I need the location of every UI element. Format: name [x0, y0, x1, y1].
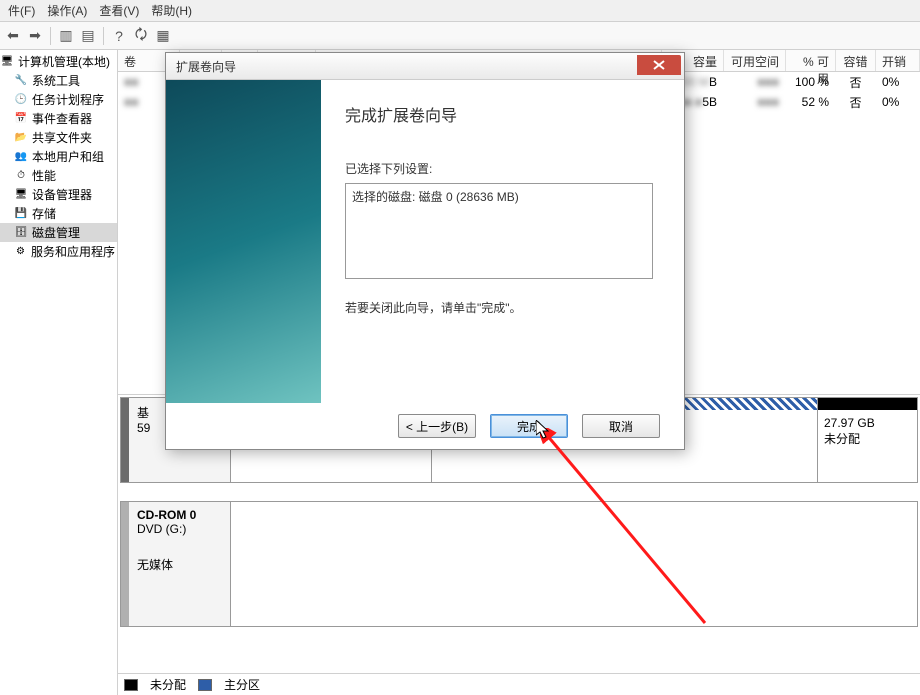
tree-item-icon: 📅 — [14, 112, 28, 126]
col-free[interactable]: 可用空间 — [724, 50, 786, 71]
cdrom-empty — [231, 502, 917, 626]
cdrom-status: 无媒体 — [137, 556, 224, 573]
tree-root[interactable]: 🖥 计算机管理(本地) — [0, 52, 117, 71]
cdrom-sub: DVD (G:) — [137, 522, 224, 536]
list-icon[interactable]: ▤ — [79, 27, 97, 45]
wizard-titlebar[interactable]: 扩展卷向导 — [166, 53, 684, 80]
back-icon[interactable]: ⬅ — [4, 27, 22, 45]
tree-item-icon: ⏱ — [14, 169, 28, 183]
tree-item[interactable]: 🖥 设备管理器 — [0, 185, 117, 204]
tree-root-label: 计算机管理(本地) — [18, 53, 110, 70]
legend-swatch-primary — [198, 679, 212, 691]
tree-item-icon: 💾 — [14, 207, 28, 221]
toolbar: ⬅ ➡ ▥ ▤ ? 🗘 ▦ — [0, 22, 920, 50]
cdrom-label[interactable]: CD-ROM 0 DVD (G:) 无媒体 — [121, 502, 231, 626]
tree-item-icon: 🕒 — [14, 93, 28, 107]
separator — [103, 27, 104, 45]
misc-icon[interactable]: ▦ — [154, 27, 172, 45]
tree-item-label: 事件查看器 — [32, 110, 92, 127]
nav-tree: 🖥 计算机管理(本地) 🔧 系统工具 🕒 任务计划程序 📅 事件查看器 📂 共享文件夹 👥 本地用… — [0, 50, 118, 695]
close-button[interactable] — [637, 55, 681, 75]
legend-primary-label: 主分区 — [224, 676, 260, 693]
tree-item-icon: 🖥 — [14, 188, 28, 202]
computer-icon: 🖥 — [0, 55, 14, 69]
tree-item[interactable]: 🗄 磁盘管理 — [0, 223, 117, 242]
menu-action[interactable]: 操作(A) — [41, 2, 93, 19]
wizard-settings-box: 选择的磁盘: 磁盘 0 (28636 MB) — [345, 183, 653, 279]
partition-bar-icon — [818, 398, 917, 410]
col-pct[interactable]: % 可用 — [786, 50, 836, 71]
tree-item-icon: ⚙ — [14, 245, 27, 259]
tree-item[interactable]: ⚙ 服务和应用程序 — [0, 242, 117, 261]
cancel-button[interactable]: 取消 — [582, 414, 660, 438]
col-overhead[interactable]: 开销 — [876, 50, 920, 71]
tree-item-icon: 🔧 — [14, 74, 28, 88]
tree-item-label: 设备管理器 — [32, 186, 92, 203]
cdrom-title: CD-ROM 0 — [137, 508, 224, 522]
legend-unalloc-label: 未分配 — [150, 676, 186, 693]
wizard-settings-label: 已选择下列设置: — [345, 160, 660, 177]
tree-item-label: 任务计划程序 — [32, 91, 104, 108]
tree-item-label: 本地用户和组 — [32, 148, 104, 165]
legend-swatch-unalloc — [124, 679, 138, 691]
tree-item[interactable]: 💾 存储 — [0, 204, 117, 223]
wizard-title: 扩展卷向导 — [176, 58, 236, 75]
disk-stripe-icon — [121, 502, 129, 626]
wizard-settings-text: 选择的磁盘: 磁盘 0 (28636 MB) — [352, 190, 519, 204]
cdrom-row: CD-ROM 0 DVD (G:) 无媒体 — [120, 501, 918, 627]
close-icon — [653, 60, 665, 70]
wizard-heading: 完成扩展卷向导 — [345, 102, 660, 126]
tree-item-icon: 🗄 — [14, 226, 28, 240]
tree-item-label: 存储 — [32, 205, 56, 222]
menu-help[interactable]: 帮助(H) — [145, 2, 198, 19]
legend: 未分配 主分区 — [118, 673, 920, 695]
wizard-sidebar-graphic — [166, 80, 321, 403]
back-button[interactable]: < 上一步(B) — [398, 414, 476, 438]
tree-item[interactable]: ⏱ 性能 — [0, 166, 117, 185]
partition-status: 未分配 — [824, 430, 911, 447]
tree-item[interactable]: 🕒 任务计划程序 — [0, 90, 117, 109]
disk-stripe-icon — [121, 398, 129, 482]
tree-item[interactable]: 📅 事件查看器 — [0, 109, 117, 128]
tree-item[interactable]: 👥 本地用户和组 — [0, 147, 117, 166]
refresh-icon[interactable]: 🗘 — [132, 27, 150, 45]
separator — [50, 27, 51, 45]
help-icon[interactable]: ? — [110, 27, 128, 45]
wizard-button-row: < 上一步(B) 完成 取消 — [166, 403, 684, 449]
extend-volume-wizard: 扩展卷向导 完成扩展卷向导 已选择下列设置: 选择的磁盘: 磁盘 0 (2863… — [165, 52, 685, 450]
tree-item-label: 磁盘管理 — [32, 224, 80, 241]
partition-unallocated[interactable]: 27.97 GB 未分配 — [817, 398, 917, 482]
wizard-content: 完成扩展卷向导 已选择下列设置: 选择的磁盘: 磁盘 0 (28636 MB) … — [321, 80, 684, 403]
panel-icon[interactable]: ▥ — [57, 27, 75, 45]
partition-size: 27.97 GB — [824, 416, 911, 430]
wizard-note: 若要关闭此向导，请单击"完成"。 — [345, 299, 660, 316]
tree-item[interactable]: 🔧 系统工具 — [0, 71, 117, 90]
finish-button[interactable]: 完成 — [490, 414, 568, 438]
tree-item-label: 服务和应用程序 — [31, 243, 115, 260]
tree-item-icon: 👥 — [14, 150, 28, 164]
menu-file[interactable]: 件(F) — [2, 2, 41, 19]
tree-item[interactable]: 📂 共享文件夹 — [0, 128, 117, 147]
menu-view[interactable]: 查看(V) — [93, 2, 145, 19]
menu-bar: 件(F) 操作(A) 查看(V) 帮助(H) — [0, 0, 920, 22]
col-fault[interactable]: 容错 — [836, 50, 876, 71]
tree-item-label: 系统工具 — [32, 72, 80, 89]
tree-item-label: 性能 — [32, 167, 56, 184]
tree-item-label: 共享文件夹 — [32, 129, 92, 146]
tree-item-icon: 📂 — [14, 131, 28, 145]
forward-icon[interactable]: ➡ — [26, 27, 44, 45]
